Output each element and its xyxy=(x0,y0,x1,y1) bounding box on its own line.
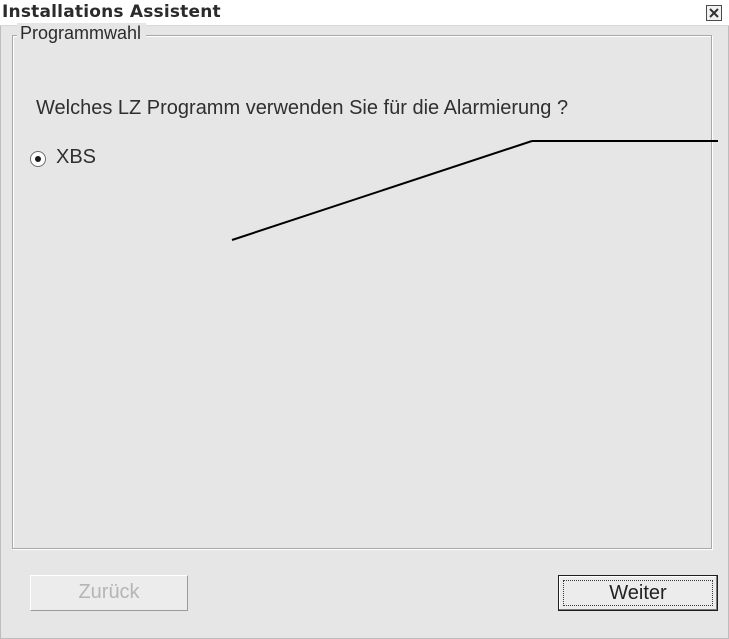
program-question: Welches LZ Programm verwenden Sie für di… xyxy=(36,97,569,119)
back-button[interactable]: Zurück xyxy=(30,575,188,611)
next-button[interactable]: Weiter xyxy=(558,575,718,611)
back-button-label: Zurück xyxy=(78,581,140,603)
close-button[interactable] xyxy=(706,5,722,21)
radio-selected-dot xyxy=(35,156,41,162)
installer-window: Installations Assistent Programmwahl Wel… xyxy=(0,0,729,639)
close-icon xyxy=(709,8,719,18)
radio-button-xbs[interactable] xyxy=(30,151,46,167)
focus-rectangle: Weiter xyxy=(563,580,713,606)
next-button-label: Weiter xyxy=(609,582,667,604)
group-legend: Programmwahl xyxy=(17,23,147,44)
window-title: Installations Assistent xyxy=(2,2,221,22)
radio-label-xbs[interactable]: XBS xyxy=(56,146,96,169)
